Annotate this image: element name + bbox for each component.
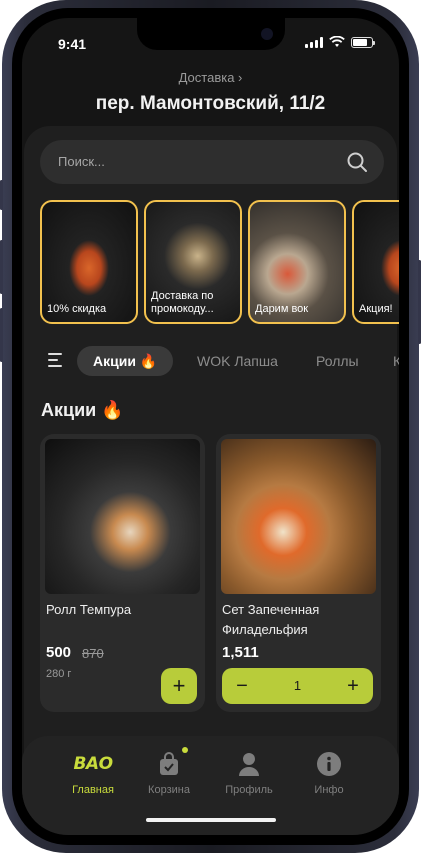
tab-label: Главная xyxy=(72,784,114,796)
category-tab-rolls[interactable]: Роллы xyxy=(316,346,359,376)
tab-info[interactable]: Инфо xyxy=(294,748,364,796)
category-tab-next[interactable]: К xyxy=(393,346,399,376)
shopping-bag-icon xyxy=(160,752,178,775)
category-tabs: Акции 🔥 WOK Лапша Роллы К xyxy=(40,344,399,378)
status-time: 9:41 xyxy=(58,36,87,52)
tab-label: Корзина xyxy=(148,784,190,796)
product-name: Ролл Темпура xyxy=(46,602,132,617)
stories-carousel: 10% скидка Доставка по промокоду... Дари… xyxy=(40,200,399,326)
home-indicator xyxy=(146,818,276,822)
story-caption: Акция! xyxy=(359,303,393,315)
volume-down-button xyxy=(0,308,3,362)
add-to-cart-button[interactable]: + xyxy=(161,668,197,704)
volume-up-button xyxy=(0,240,3,294)
tab-cart[interactable]: Корзина xyxy=(134,747,204,796)
category-tab-promo[interactable]: Акции 🔥 xyxy=(77,346,174,376)
product-image xyxy=(45,439,200,594)
mute-switch xyxy=(0,180,3,210)
story-card[interactable]: Дарим вок xyxy=(248,200,346,324)
story-caption: Дарим вок xyxy=(255,303,309,315)
product-card[interactable]: Сет Запеченная Филадельфия 1,511 − 1 + xyxy=(216,434,381,712)
search-icon[interactable] xyxy=(346,151,368,173)
user-icon xyxy=(239,753,259,776)
section-title: Акции 🔥 xyxy=(41,400,124,420)
product-card[interactable]: Ролл Темпура 500 870 280 г + xyxy=(40,434,205,712)
story-card[interactable]: Доставка по промокоду... xyxy=(144,200,242,324)
tab-profile[interactable]: Профиль xyxy=(214,748,284,796)
story-caption: Доставка по промокоду... xyxy=(151,290,214,315)
cart-badge-dot xyxy=(182,747,188,753)
notch xyxy=(137,18,285,50)
story-card[interactable]: 10% скидка xyxy=(40,200,138,324)
increase-quantity-button[interactable]: + xyxy=(335,668,371,704)
menu-icon[interactable] xyxy=(48,353,64,367)
product-weight: 280 г xyxy=(46,668,72,680)
product-name: Сет Запеченная Филадельфия xyxy=(222,602,320,637)
product-image xyxy=(221,439,376,594)
wifi-icon xyxy=(329,36,345,47)
product-old-price: 870 xyxy=(82,646,104,661)
app-screen: 9:41 Доставка › пер. Мамонтовский, 11/2 … xyxy=(22,18,399,835)
product-price: 1,511 xyxy=(222,644,259,661)
battery-icon xyxy=(351,36,375,48)
phone-frame: 9:41 Доставка › пер. Мамонтовский, 11/2 … xyxy=(0,0,421,853)
product-price: 500 xyxy=(46,644,72,661)
quantity-stepper: − 1 + xyxy=(222,668,373,704)
tab-label: Профиль xyxy=(225,784,273,796)
delivery-mode-link[interactable]: Доставка › xyxy=(22,70,399,85)
category-tab-wok[interactable]: WOK Лапша xyxy=(197,346,278,376)
story-card[interactable]: Акция! xyxy=(352,200,399,324)
cellular-signal-icon xyxy=(305,36,323,48)
brand-logo-icon: ВАО xyxy=(73,754,113,774)
search-input[interactable]: Поиск... xyxy=(40,140,384,184)
delivery-address[interactable]: пер. Мамонтовский, 11/2 xyxy=(22,93,399,115)
status-icons xyxy=(305,36,375,48)
search-placeholder: Поиск... xyxy=(58,154,105,169)
tab-home[interactable]: ВАО Главная xyxy=(58,748,128,796)
info-icon xyxy=(317,752,341,776)
story-caption: 10% скидка xyxy=(47,303,107,315)
camera-icon xyxy=(261,28,273,40)
tab-label: Инфо xyxy=(314,784,344,796)
